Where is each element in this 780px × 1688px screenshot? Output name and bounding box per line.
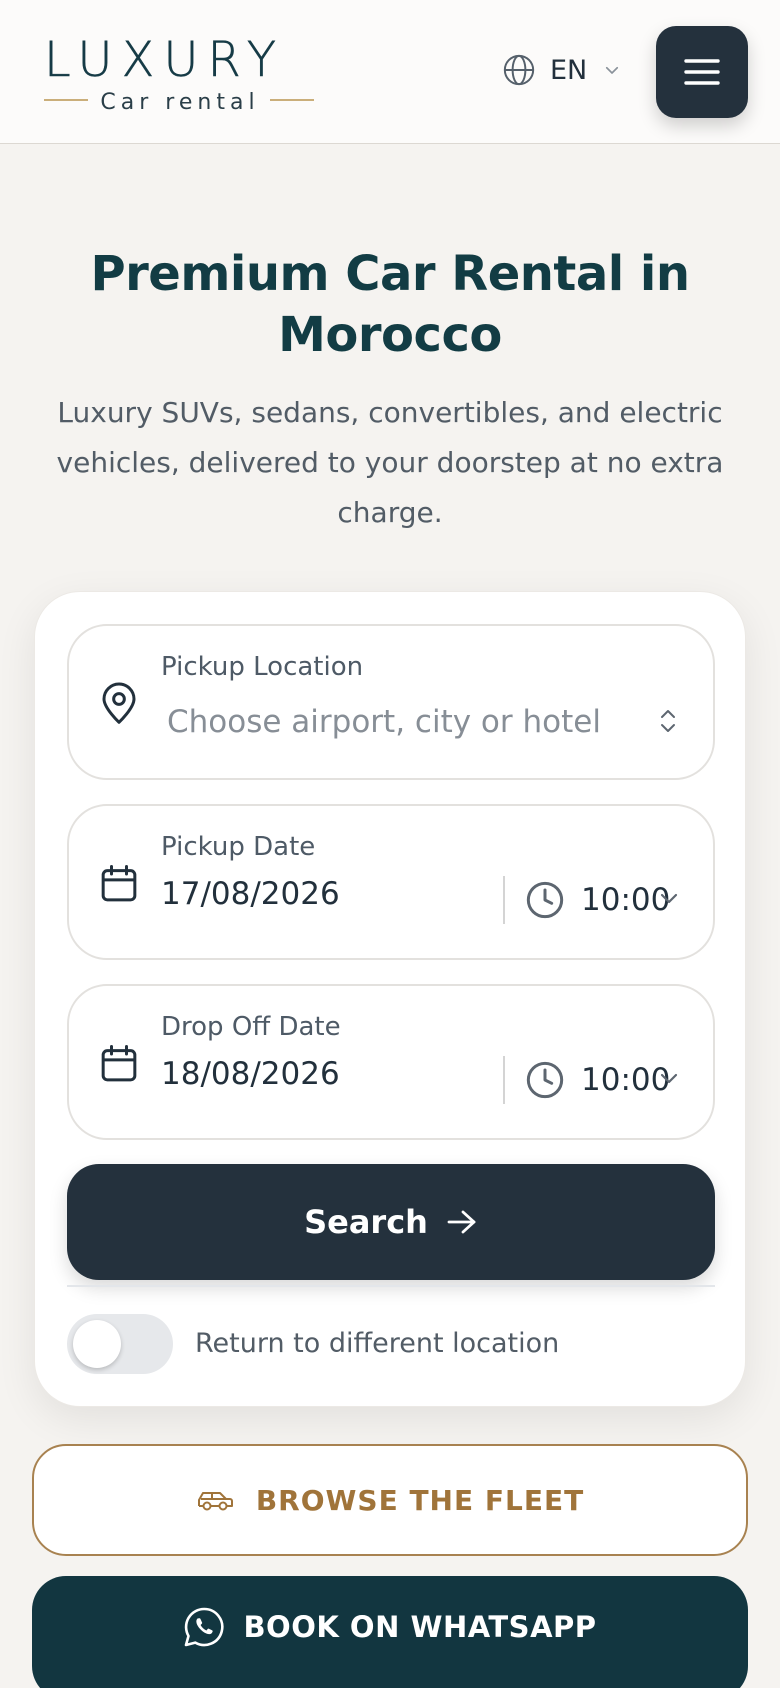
- browse-fleet-button[interactable]: BROWSE THE FLEET: [32, 1444, 748, 1556]
- booking-card: Pickup Location Choose airport, city or …: [34, 591, 746, 1407]
- hamburger-menu-icon: [684, 59, 720, 85]
- page-title: Premium Car Rental in Morocco: [90, 246, 690, 363]
- card-divider: [67, 1285, 715, 1287]
- language-selector[interactable]: EN: [502, 48, 621, 92]
- pickup-date-value[interactable]: 17/08/2026: [161, 876, 340, 912]
- search-button-label: Search: [304, 1203, 428, 1241]
- return-location-toggle[interactable]: [67, 1314, 173, 1374]
- language-label: EN: [550, 54, 588, 86]
- globe-icon: [503, 54, 535, 86]
- chevron-down-icon: [606, 66, 619, 74]
- logo-sub-text: Car rental: [100, 90, 259, 112]
- clock-icon: [526, 881, 564, 919]
- calendar-icon: [101, 865, 137, 902]
- clock-icon: [526, 1061, 564, 1099]
- pickup-location-label: Pickup Location: [161, 652, 364, 682]
- field-divider: [503, 876, 505, 924]
- search-button[interactable]: Search: [67, 1164, 715, 1280]
- dropoff-date-field[interactable]: Drop Off Date 18/08/2026 10:00: [67, 984, 715, 1140]
- header: LUXURY Car rental EN: [0, 0, 780, 144]
- return-location-label: Return to different location: [195, 1328, 560, 1359]
- logo[interactable]: LUXURY Car rental: [44, 36, 316, 112]
- pickup-date-field[interactable]: Pickup Date 17/08/2026 10:00: [67, 804, 715, 960]
- pickup-location-placeholder[interactable]: Choose airport, city or hotel: [167, 704, 601, 740]
- dropoff-date-label: Drop Off Date: [161, 1012, 341, 1042]
- whatsapp-book-button[interactable]: BOOK ON WHATSAPP: [32, 1576, 748, 1688]
- arrow-right-icon: [447, 1210, 476, 1234]
- car-icon: [197, 1492, 233, 1511]
- logo-main-text: LUXURY: [44, 36, 285, 88]
- field-divider: [503, 1056, 505, 1104]
- map-pin-icon: [102, 682, 136, 724]
- menu-button[interactable]: [656, 26, 748, 118]
- chevron-up-down-icon: [661, 710, 675, 732]
- browse-fleet-label: BROWSE THE FLEET: [255, 1483, 585, 1517]
- whatsapp-book-label: BOOK ON WHATSAPP: [243, 1610, 597, 1644]
- whatsapp-icon: [185, 1607, 225, 1647]
- pickup-date-label: Pickup Date: [161, 832, 316, 862]
- chevron-down-icon: [660, 893, 678, 904]
- dropoff-date-value[interactable]: 18/08/2026: [161, 1056, 340, 1092]
- toggle-knob: [73, 1320, 121, 1368]
- page-subtitle: Luxury SUVs, sedans, convertibles, and e…: [56, 396, 724, 529]
- chevron-down-icon: [660, 1073, 678, 1084]
- calendar-icon: [101, 1045, 137, 1082]
- pickup-location-field[interactable]: Pickup Location Choose airport, city or …: [67, 624, 715, 780]
